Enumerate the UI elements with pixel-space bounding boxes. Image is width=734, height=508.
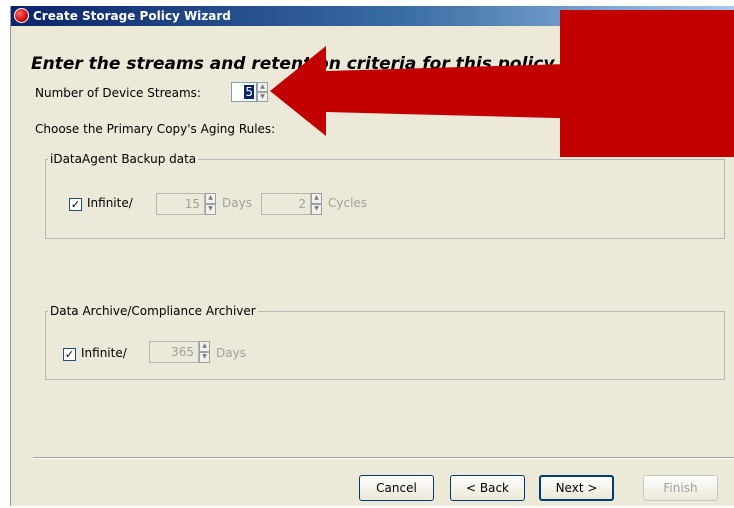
backup-cycles-label: Cycles: [328, 196, 368, 210]
backup-days-label: Days: [222, 196, 252, 210]
spin-down-icon[interactable]: ▼: [199, 352, 210, 363]
backup-group-title: iDataAgent Backup data: [48, 152, 199, 166]
backup-days-value: 15: [184, 197, 200, 211]
next-button[interactable]: Next >: [539, 475, 614, 501]
spin-up-icon[interactable]: ▲: [257, 82, 268, 92]
backup-days-spinner[interactable]: ▲ ▼: [205, 193, 216, 215]
archive-group-title: Data Archive/Compliance Archiver: [48, 304, 258, 318]
archive-days-spinner[interactable]: ▲ ▼: [199, 341, 210, 363]
archive-days-label: Days: [216, 346, 246, 360]
backup-group: iDataAgent Backup data ✓ Infinite/ 15 ▲ …: [45, 152, 725, 239]
spin-down-icon[interactable]: ▼: [205, 204, 216, 215]
spin-up-icon[interactable]: ▲: [205, 193, 216, 204]
archive-infinite-checkbox[interactable]: ✓: [63, 348, 76, 361]
spin-up-icon[interactable]: ▲: [311, 193, 322, 204]
spin-up-icon[interactable]: ▲: [199, 341, 210, 352]
annotation-arrow-icon: [270, 46, 670, 136]
app-icon: [14, 8, 29, 23]
spin-down-icon[interactable]: ▼: [257, 92, 268, 102]
window-title: Create Storage Policy Wizard: [33, 9, 231, 23]
backup-infinite-checkbox[interactable]: ✓: [69, 198, 82, 211]
streams-input[interactable]: 5: [231, 82, 257, 102]
archive-group: Data Archive/Compliance Archiver ✓ Infin…: [45, 304, 725, 380]
archive-days-input[interactable]: 365: [149, 341, 199, 363]
archive-infinite-label: Infinite/: [81, 346, 127, 360]
back-button[interactable]: < Back: [450, 475, 525, 501]
backup-cycles-spinner[interactable]: ▲ ▼: [311, 193, 322, 215]
streams-spinner[interactable]: ▲ ▼: [257, 82, 268, 102]
backup-cycles-value: 2: [298, 197, 306, 211]
finish-button[interactable]: Finish: [643, 475, 718, 501]
button-separator: [33, 457, 734, 459]
archive-days-value: 365: [171, 345, 194, 359]
backup-infinite-label: Infinite/: [87, 196, 133, 210]
backup-cycles-input[interactable]: 2: [261, 193, 311, 215]
aging-rules-label: Choose the Primary Copy's Aging Rules:: [35, 122, 276, 136]
cancel-button[interactable]: Cancel: [359, 475, 434, 501]
streams-value: 5: [244, 85, 254, 99]
spin-down-icon[interactable]: ▼: [311, 204, 322, 215]
streams-label: Number of Device Streams:: [35, 86, 201, 100]
backup-days-input[interactable]: 15: [156, 193, 205, 215]
